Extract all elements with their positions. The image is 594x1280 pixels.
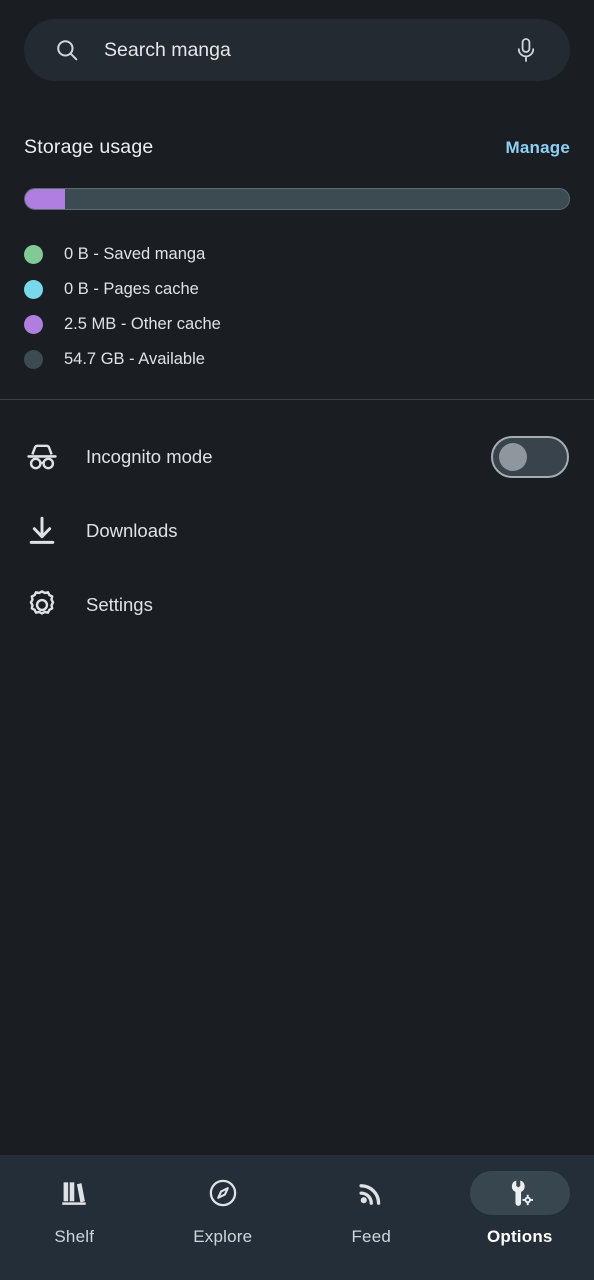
nav-item-explore[interactable]: Explore xyxy=(149,1155,298,1247)
toggle-thumb xyxy=(499,443,527,471)
compass-icon xyxy=(209,1179,237,1207)
wrench-gear-icon xyxy=(511,1180,533,1206)
legend-color-dot xyxy=(24,350,43,369)
storage-usage-bar xyxy=(24,188,570,210)
nav-item-label: Explore xyxy=(193,1227,253,1246)
legend-row: 54.7 GB - Available xyxy=(24,342,424,377)
gear-icon xyxy=(29,590,55,615)
nav-pill xyxy=(321,1171,421,1215)
search-icon[interactable] xyxy=(54,37,80,63)
menu-item-label: Settings xyxy=(86,594,153,615)
nav-item-label: Options xyxy=(486,1227,553,1246)
incognito-mode-toggle[interactable] xyxy=(491,436,569,478)
nav-item-label: Feed xyxy=(351,1227,392,1246)
nav-item-feed[interactable]: Feed xyxy=(297,1155,446,1247)
storage-bar-segment xyxy=(25,189,65,209)
microphone-icon[interactable] xyxy=(514,37,538,63)
nav-item-label: Shelf xyxy=(54,1227,95,1246)
menu-item-label: Incognito mode xyxy=(86,446,213,467)
legend-label: 2.5 MB - Other cache xyxy=(64,315,221,333)
search-input[interactable] xyxy=(104,19,514,81)
nav-pill-active xyxy=(469,1171,570,1215)
legend-color-dot xyxy=(24,280,43,299)
manage-link[interactable]: Manage xyxy=(506,138,571,158)
legend-row: 0 B - Saved manga xyxy=(24,237,424,272)
storage-legend: 0 B - Saved manga 0 B - Pages cache 2.5 MB… xyxy=(24,237,424,377)
legend-color-dot xyxy=(24,245,43,264)
menu-item-downloads[interactable]: Downloads xyxy=(0,494,594,568)
legend-label: 0 B - Pages cache xyxy=(64,280,199,298)
nav-pill xyxy=(173,1171,273,1215)
rss-icon xyxy=(359,1184,381,1205)
bottom-navigation-bar: Shelf Explore Feed Options xyxy=(0,1155,594,1280)
storage-header: Storage usage Manage xyxy=(24,136,570,159)
incognito-icon xyxy=(27,444,57,470)
nav-item-options[interactable]: Options xyxy=(446,1155,594,1247)
menu-item-settings[interactable]: Settings xyxy=(0,568,594,642)
legend-row: 0 B - Pages cache xyxy=(24,272,424,307)
nav-item-shelf[interactable]: Shelf xyxy=(0,1155,149,1247)
legend-label: 54.7 GB - Available xyxy=(64,350,205,368)
books-icon xyxy=(62,1182,86,1205)
search-bar[interactable] xyxy=(24,19,570,81)
download-icon xyxy=(29,516,55,544)
legend-label: 0 B - Saved manga xyxy=(64,245,206,263)
legend-color-dot xyxy=(24,315,43,334)
storage-title: Storage usage xyxy=(24,136,154,158)
options-menu: Incognito mode Downloads Settings xyxy=(0,420,594,642)
section-divider xyxy=(0,399,594,400)
nav-pill xyxy=(24,1171,124,1215)
menu-item-label: Downloads xyxy=(86,520,178,541)
legend-row: 2.5 MB - Other cache xyxy=(24,307,424,342)
menu-item-incognito-mode[interactable]: Incognito mode xyxy=(0,420,594,494)
